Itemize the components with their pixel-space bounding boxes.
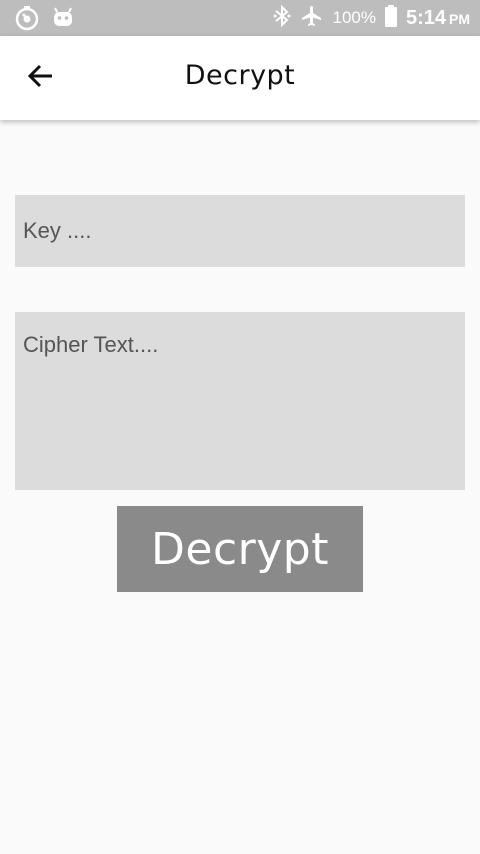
battery-icon <box>384 4 398 32</box>
page-title: Decrypt <box>184 60 296 91</box>
cipher-text-input[interactable] <box>15 312 465 490</box>
clock-ampm: PM <box>449 10 470 27</box>
status-bar: 100% 5:14 PM <box>0 0 480 36</box>
timer-icon <box>14 5 40 35</box>
clock-time: 5:14 <box>405 6 446 29</box>
app-bar: Decrypt <box>0 36 480 120</box>
key-input[interactable] <box>15 195 465 267</box>
status-right-icons: 100% 5:14 PM <box>272 0 470 36</box>
status-left-icons <box>14 5 74 35</box>
bluetooth-icon <box>272 4 292 31</box>
decrypt-button[interactable]: Decrypt <box>117 506 363 592</box>
clock: 5:14 PM <box>406 7 470 30</box>
battery-percent: 100% <box>332 8 376 27</box>
android-icon <box>52 7 74 33</box>
airplane-icon <box>300 4 324 32</box>
